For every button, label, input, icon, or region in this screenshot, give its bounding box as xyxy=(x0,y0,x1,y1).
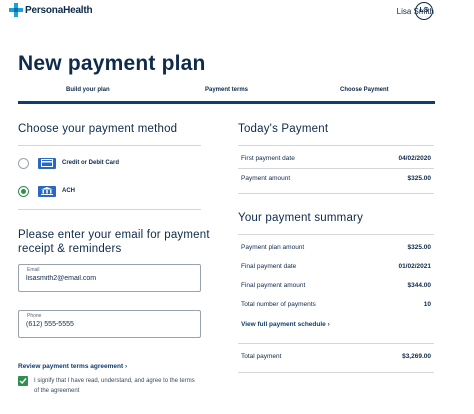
email-field[interactable]: Email xyxy=(18,264,201,292)
logo[interactable]: PersonaHealth xyxy=(9,3,93,17)
chevron-right-icon: › xyxy=(124,363,128,370)
final-payment-date-label: Final payment date xyxy=(241,263,297,270)
plan-amount-label: Payment plan amount xyxy=(241,244,305,251)
total-payment-label: Total payment xyxy=(241,353,282,360)
divider xyxy=(18,209,201,210)
contact-title-line1: Please enter your email for payment xyxy=(18,229,210,241)
avatar[interactable]: LS xyxy=(415,2,433,20)
bank-icon xyxy=(38,185,56,197)
final-payment-amount-label: Final payment amount xyxy=(241,282,306,289)
progress-steps: Build your plan Payment terms Choose Pay… xyxy=(18,87,435,105)
health-cross-icon xyxy=(9,3,23,17)
agree-checkbox[interactable] xyxy=(18,376,28,386)
divider xyxy=(18,145,201,146)
ach-option-label: ACH xyxy=(62,188,75,194)
total-payments-count-value: 10 xyxy=(423,301,431,308)
divider xyxy=(238,145,434,146)
logo-text: PersonaHealth xyxy=(25,4,93,16)
payment-summary-title: Your payment summary xyxy=(238,212,364,224)
payment-option-ach[interactable]: ACH xyxy=(18,182,198,200)
divider xyxy=(238,193,434,194)
agree-terms-row[interactable]: I signify that I have read, understand, … xyxy=(18,376,208,396)
view-schedule-link[interactable]: View full payment schedule › xyxy=(241,321,330,328)
review-terms-link[interactable]: Review payment terms agreement › xyxy=(18,363,127,370)
final-payment-amount-value: $344.00 xyxy=(407,282,432,289)
step-build-plan[interactable]: Build your plan xyxy=(66,87,110,93)
checkmark-icon xyxy=(19,378,27,385)
email-label: Email xyxy=(27,267,40,273)
divider xyxy=(238,372,434,373)
payment-option-card[interactable]: Credit or Debit Card xyxy=(18,154,198,172)
payment-amount-value: $325.00 xyxy=(407,175,432,182)
contact-title-line2: receipt & reminders xyxy=(18,243,122,255)
email-input[interactable] xyxy=(26,275,191,282)
todays-payment-title: Today's Payment xyxy=(238,123,329,135)
agree-text: I signify that I have read, understand, … xyxy=(34,376,195,396)
page-title: New payment plan xyxy=(18,52,206,75)
progress-bar xyxy=(18,101,435,104)
step-payment-terms[interactable]: Payment terms xyxy=(205,87,248,93)
phone-label: Phone xyxy=(27,313,42,319)
ach-radio[interactable] xyxy=(18,185,29,197)
divider xyxy=(238,234,434,235)
payment-method-title: Choose your payment method xyxy=(18,123,178,135)
total-payment-value: $3,269.00 xyxy=(402,353,431,360)
agree-text-line2: of the agreement xyxy=(34,388,80,394)
credit-card-icon xyxy=(38,157,56,169)
phone-field[interactable]: Phone xyxy=(18,310,201,338)
total-payments-count-label: Total number of payments xyxy=(241,301,316,308)
plan-amount-value: $325.00 xyxy=(407,244,432,251)
payment-amount-label: Payment amount xyxy=(241,175,291,182)
final-payment-date-value: 01/02/2021 xyxy=(398,263,431,270)
chevron-right-icon: › xyxy=(327,321,330,328)
first-payment-date-value: 04/02/2020 xyxy=(398,155,431,162)
divider xyxy=(238,168,434,169)
view-schedule-link-text: View full payment schedule xyxy=(241,321,326,328)
first-payment-date-label: First payment date xyxy=(241,155,295,162)
contact-title: Please enter your email for payment rece… xyxy=(18,228,210,256)
top-bar: PersonaHealth Lisa Smith LS xyxy=(0,0,474,26)
agree-text-line1: I signify that I have read, understand, … xyxy=(34,378,195,384)
card-radio[interactable] xyxy=(18,157,29,169)
review-terms-link-text: Review payment terms agreement xyxy=(18,363,124,370)
divider xyxy=(238,343,434,344)
step-choose-payment[interactable]: Choose Payment xyxy=(340,87,389,93)
card-option-label: Credit or Debit Card xyxy=(62,160,120,166)
phone-input[interactable] xyxy=(26,321,191,328)
